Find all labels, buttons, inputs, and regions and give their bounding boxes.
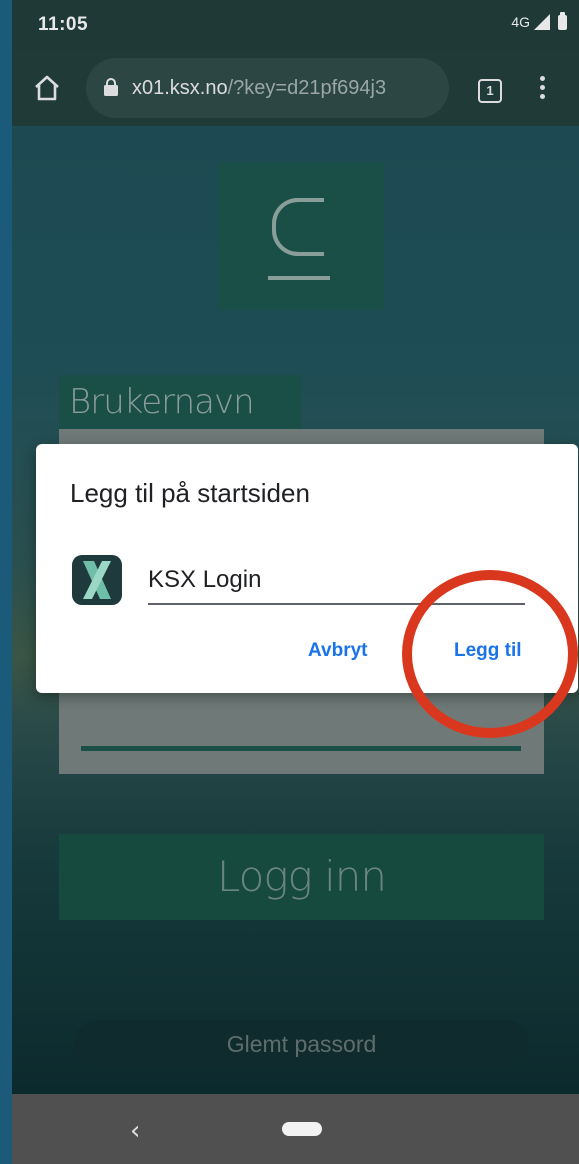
highlight-annotation-circle bbox=[402, 570, 578, 738]
home-pill-icon[interactable] bbox=[282, 1122, 322, 1136]
status-bar: 11:05 4G bbox=[12, 0, 579, 50]
battery-icon bbox=[558, 11, 567, 30]
home-icon[interactable] bbox=[32, 73, 62, 103]
password-underline bbox=[81, 746, 521, 751]
forgot-password-link[interactable]: Glemt passord bbox=[74, 1020, 529, 1068]
username-label: Brukernavn bbox=[59, 375, 301, 429]
ksx-logo bbox=[218, 162, 384, 310]
logo-c-mark bbox=[272, 198, 324, 256]
phone-screen: 11:05 4G x01.ksx.no/?key=d21pf694j3 1 Br… bbox=[12, 0, 579, 1164]
ksx-x-icon bbox=[83, 561, 111, 599]
cancel-button[interactable]: Avbryt bbox=[308, 640, 367, 662]
url-text: x01.ksx.no/?key=d21pf694j3 bbox=[132, 77, 386, 100]
network-type: 4G bbox=[511, 14, 530, 30]
logo-underline bbox=[268, 276, 330, 280]
back-icon[interactable]: ‹ bbox=[130, 1116, 140, 1146]
more-vert-icon[interactable] bbox=[540, 76, 546, 102]
signal-icon bbox=[534, 14, 550, 30]
ksx-app-icon bbox=[72, 555, 122, 605]
lock-icon bbox=[104, 78, 118, 96]
browser-toolbar: x01.ksx.no/?key=d21pf694j3 1 bbox=[12, 50, 579, 126]
url-bar[interactable]: x01.ksx.no/?key=d21pf694j3 bbox=[86, 58, 449, 118]
status-indicators: 4G bbox=[511, 11, 567, 30]
login-button[interactable]: Logg inn bbox=[59, 834, 544, 920]
dialog-title: Legg til på startsiden bbox=[70, 478, 310, 508]
status-time: 11:05 bbox=[38, 14, 89, 35]
tab-switcher-button[interactable]: 1 bbox=[478, 79, 502, 103]
url-domain: x01.ksx.no bbox=[132, 77, 228, 99]
system-nav-bar: ‹ bbox=[12, 1094, 579, 1164]
url-path: /?key=d21pf694j3 bbox=[227, 77, 387, 99]
